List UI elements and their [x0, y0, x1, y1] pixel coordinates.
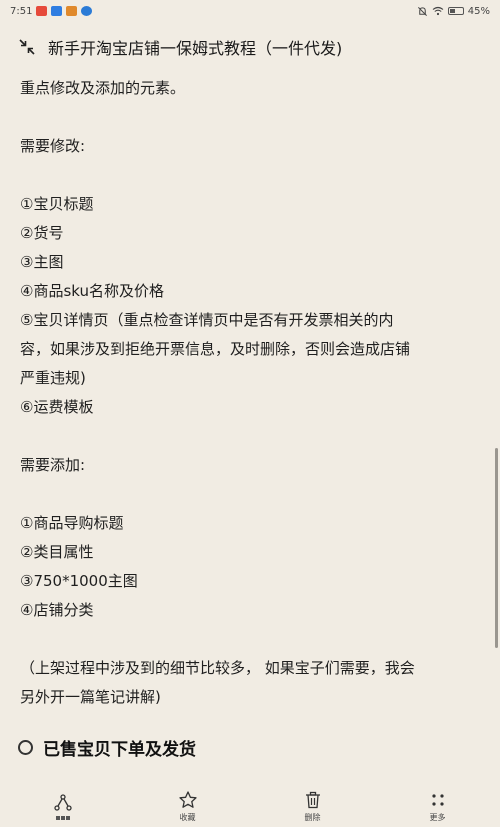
note-line: ⑤宝贝详情页（重点检查详情页中是否有开发票相关的内: [20, 311, 394, 329]
todo-item: 已售宝贝下单及发货: [18, 733, 478, 761]
share-button[interactable]: [28, 793, 98, 821]
mute-icon: [417, 6, 427, 16]
battery-percent: 45%: [467, 5, 490, 17]
notification-app-icon: [66, 6, 78, 16]
note-line: 严重违规): [20, 369, 86, 387]
collect-label: 收藏: [179, 813, 196, 822]
notification-app-icon: [51, 6, 63, 16]
share-icon: [53, 793, 72, 811]
note-line: ②类目属性: [20, 543, 94, 561]
wifi-icon: [432, 6, 444, 16]
note-line: 另外开一篇笔记讲解): [20, 688, 161, 706]
status-left: 7:51: [10, 5, 93, 17]
notification-app-icon: [36, 6, 48, 16]
note-line: 重点修改及添加的元素。: [20, 79, 186, 97]
note-header: 新手开淘宝店铺一保姆式教程（一件代发): [0, 30, 500, 64]
collapse-arrows-icon: [19, 39, 35, 55]
delete-label: 删除: [304, 813, 321, 822]
collect-button[interactable]: 收藏: [153, 790, 223, 823]
battery-level: [449, 9, 455, 13]
note-line: ①宝贝标题: [20, 195, 94, 213]
share-badge-icon: [55, 815, 70, 820]
note-line: ③主图: [20, 253, 64, 271]
collapse-button[interactable]: [12, 32, 42, 62]
todo-heading: 已售宝贝下单及发货: [43, 739, 196, 760]
battery-icon: [447, 7, 464, 15]
more-label: 更多: [429, 813, 446, 822]
note-line: （上架过程中涉及到的细节比较多， 如果宝子们需要，我会: [20, 659, 415, 677]
star-icon: [178, 791, 197, 808]
bottom-toolbar: 收藏 删除 更多: [0, 786, 500, 827]
note-line: ④店铺分类: [20, 601, 94, 619]
status-time: 7:51: [10, 5, 33, 17]
scrollbar[interactable]: [495, 448, 498, 648]
note-line: 需要修改:: [20, 137, 86, 155]
note-line: ②货号: [20, 224, 64, 242]
todo-checkbox[interactable]: [18, 739, 33, 755]
trash-icon: [305, 791, 320, 809]
note-line: ④商品sku名称及价格: [20, 282, 164, 300]
note-line: 需要添加:: [20, 456, 86, 474]
note-line: 容，如果涉及到拒绝开票信息，及时删除，否则会造成店铺: [20, 340, 411, 358]
note-body[interactable]: 重点修改及添加的元素。 需要修改: ①宝贝标题 ②货号 ③主图 ④商品sku名称及价格 ⑤宝…: [20, 74, 480, 712]
notification-app-icon: [81, 6, 93, 16]
note-line: ①商品导购标题: [20, 514, 124, 532]
delete-button[interactable]: 删除: [278, 790, 348, 823]
more-dots-icon: [431, 794, 444, 806]
note-title: 新手开淘宝店铺一保姆式教程（一件代发): [48, 39, 343, 58]
status-bar: 7:51 45%: [0, 0, 500, 22]
note-line: ③750*1000主图: [20, 572, 138, 590]
more-button[interactable]: 更多: [403, 790, 473, 823]
note-line: ⑥运费模板: [20, 398, 94, 416]
status-right: 45%: [417, 6, 490, 17]
